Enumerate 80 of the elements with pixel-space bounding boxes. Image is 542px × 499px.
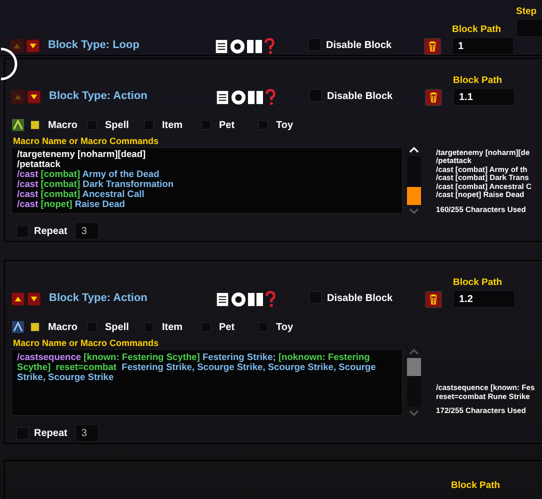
block-path-label: Block Path: [452, 24, 502, 35]
scroll-thumb[interactable]: [407, 187, 421, 205]
macro-line: /castsequence [known: Festering Scythe] Festering Strike; [noknown: Festering Scythe] reset=combat Festering Strike, Scourge Strike, Scourge Strike, Scourge Strike, Scourge Strike: [17, 352, 377, 382]
macro-editor[interactable]: /castsequence [known: Festering Scythe] Festering Strike; [noknown: Festering Scythe] reset=combat Festering Strike, Scourge Strike, Scourge Strike, Scourge Strike, Scourge Strike: [11, 349, 403, 416]
help-icon[interactable]: [265, 291, 276, 308]
block-type-title: Block Type: Action: [49, 90, 148, 102]
pause-icon[interactable]: [248, 292, 263, 307]
block-path-label: Block Path: [451, 480, 500, 491]
scroll-down-icon[interactable]: [409, 410, 419, 416]
repeat-label: Repeat: [34, 428, 68, 438]
delete-button[interactable]: [425, 291, 442, 308]
type-label: Macro: [48, 322, 78, 332]
disable-block-label: Disable Block: [327, 91, 394, 102]
repeat-field[interactable]: 3: [75, 424, 100, 442]
record-icon[interactable]: [231, 90, 246, 105]
macro-line: /cast [combat] Army of the Dead: [17, 169, 160, 179]
disable-block-label: Disable Block: [327, 293, 394, 304]
scrollbar[interactable]: [406, 147, 422, 214]
move-down-button[interactable]: [27, 292, 41, 306]
block-path-label: Block Path: [453, 277, 504, 288]
trash-icon: [428, 41, 437, 52]
block-path-field[interactable]: 1: [452, 37, 514, 55]
caret-down-icon: [30, 295, 38, 303]
type-label: Pet: [219, 322, 235, 332]
type-label: Spell: [105, 120, 129, 130]
caret-up-icon: [13, 42, 21, 50]
caret-down-icon: [29, 42, 37, 50]
document-icon[interactable]: [215, 39, 228, 54]
spell-icon: [12, 321, 24, 333]
block-type-title: Block Type: Loop: [48, 39, 140, 51]
scroll-thumb[interactable]: [407, 358, 421, 376]
pause-icon[interactable]: [248, 90, 263, 105]
macro-line: /petattack: [17, 159, 62, 169]
ring-icon: [0, 47, 18, 81]
delete-button[interactable]: [424, 38, 441, 55]
scroll-track[interactable]: [407, 358, 421, 407]
help-icon[interactable]: [264, 38, 275, 55]
disable-block-label: Disable Block: [326, 40, 393, 51]
type-label: Pet: [219, 120, 235, 130]
spell-icon: [12, 119, 24, 131]
record-icon[interactable]: [230, 39, 245, 54]
type-label: Item: [162, 120, 183, 130]
move-down-button[interactable]: [26, 39, 40, 53]
type-label: Toy: [276, 120, 294, 130]
repeat-label: Repeat: [34, 226, 68, 236]
macro-line: /cast [nopet] Raise Dead: [17, 199, 126, 209]
pause-icon[interactable]: [247, 39, 262, 54]
move-down-button[interactable]: [27, 90, 41, 104]
type-label: Macro: [48, 120, 78, 130]
help-icon[interactable]: [265, 89, 276, 106]
scroll-track[interactable]: [407, 156, 421, 205]
macro-line: /targetenemy [noharm][dead]: [17, 149, 147, 159]
macro-line: /cast [combat] Dark Transformation: [17, 179, 175, 189]
macro-editor[interactable]: /targetenemy [noharm][dead] /petattack /cast [combat] Army of the Dead /cast [combat] Dark Transformation /cast [combat] Ancestral Call /cast [nopet] Raise Dead: [11, 147, 403, 214]
type-label: Toy: [276, 322, 294, 332]
caret-up-icon: [14, 295, 22, 303]
caret-down-icon: [30, 93, 38, 101]
step-label: Step: [516, 6, 538, 17]
macro-line: /cast [combat] Ancestral Call: [17, 189, 146, 199]
caret-up-icon: [14, 93, 22, 101]
macro-commands-label: Macro Name or Macro Commands: [12, 135, 160, 146]
type-label: Item: [162, 322, 183, 332]
type-checkbox[interactable]: [30, 120, 40, 130]
scrollbar[interactable]: [406, 349, 422, 416]
delete-button[interactable]: [425, 89, 442, 106]
block-path-label: Block Path: [453, 75, 504, 86]
block-type-title: Block Type: Action: [49, 292, 148, 304]
document-icon[interactable]: [216, 90, 229, 105]
type-label: Spell: [105, 322, 129, 332]
document-icon[interactable]: [216, 292, 229, 307]
trash-icon: [429, 92, 438, 103]
type-checkbox[interactable]: [30, 322, 40, 332]
trash-icon: [429, 294, 438, 305]
move-up-button[interactable]: [11, 292, 25, 306]
repeat-field[interactable]: 3: [75, 222, 100, 240]
block-path-field[interactable]: 1.1: [453, 88, 515, 106]
macro-commands-label: Macro Name or Macro Commands: [12, 337, 160, 348]
scroll-down-icon[interactable]: [409, 208, 419, 214]
block-path-field[interactable]: 1.2: [453, 290, 515, 308]
record-icon[interactable]: [231, 292, 246, 307]
